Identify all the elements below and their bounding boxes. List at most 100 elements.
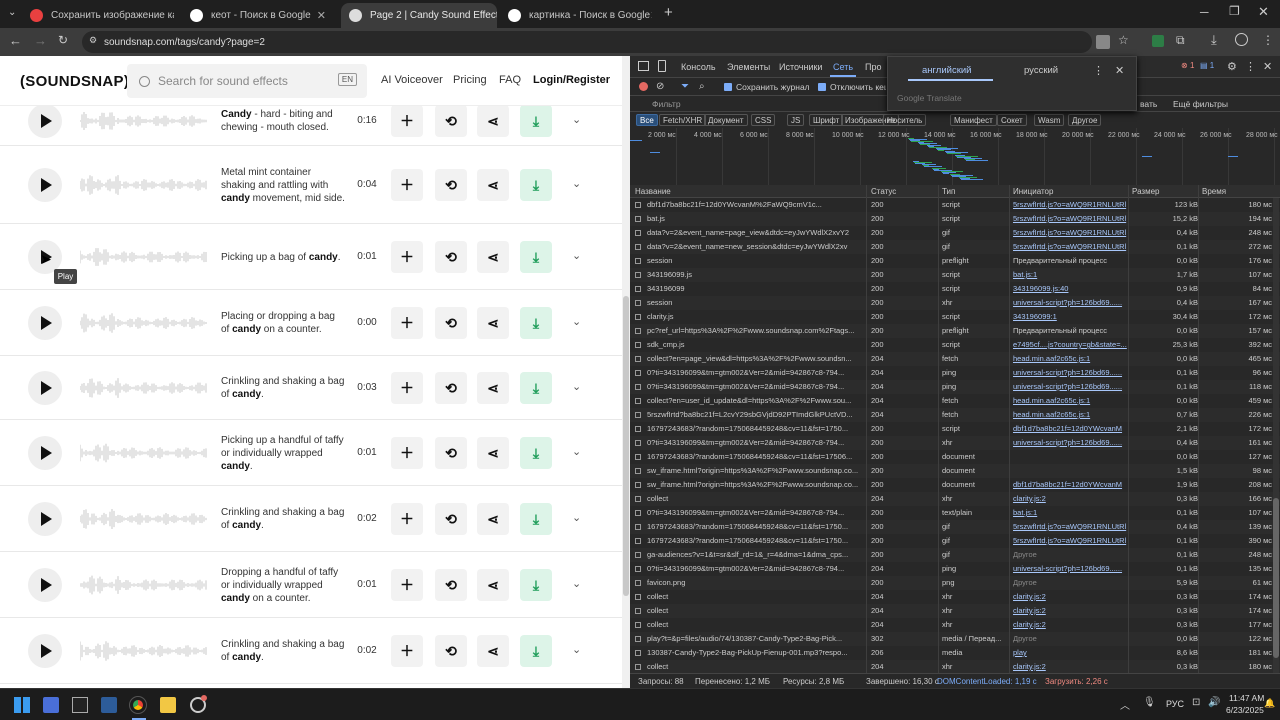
network-request-row[interactable]: sdk_cmp.js 200 script e7495cf....js?country…	[630, 338, 1280, 352]
nav-ai-voiceover[interactable]: AI Voiceover	[381, 74, 443, 86]
waveform[interactable]	[80, 636, 208, 666]
translate-icon[interactable]	[1096, 35, 1110, 49]
download-button[interactable]: ⤓	[520, 307, 552, 339]
chrome-taskbar-icon[interactable]	[129, 696, 147, 714]
request-cell[interactable]: clarity.js:2	[1013, 494, 1128, 503]
network-request-row[interactable]: collect?en=user_id_update&dl=https%3A%2F…	[630, 394, 1280, 408]
devtools-tab-performance[interactable]: Про	[865, 62, 881, 72]
sound-description[interactable]: Placing or dropping a bag of candy on a …	[221, 310, 346, 336]
sound-description[interactable]: Crinkling and shaking a bag of candy.	[221, 506, 346, 532]
search-box[interactable]: Search for sound effects EN	[127, 64, 367, 98]
clock-date[interactable]: 6/23/2025	[1226, 705, 1264, 715]
sound-description[interactable]: Candy - hard - biting and chewing - mout…	[221, 108, 346, 134]
minimize-icon[interactable]: ─	[1200, 5, 1209, 19]
type-filter-8[interactable]: Манифест	[950, 114, 997, 126]
profile-icon[interactable]	[1235, 33, 1248, 46]
request-cell[interactable]: dbf1d7ba8bc21f=12d0YWcvanM	[1013, 424, 1128, 433]
devtools-tab-console[interactable]: Консоль	[681, 62, 716, 72]
request-cell[interactable]: 5rszwfIrtd.js?o=aWQ9R1RNLUtRl	[1013, 242, 1128, 251]
waveform[interactable]	[80, 242, 208, 272]
play-button[interactable]	[28, 568, 62, 602]
play-button[interactable]	[28, 104, 62, 138]
network-request-row[interactable]: ga-audiences?v=1&t=sr&slf_rd=1&_r=4&dma=…	[630, 548, 1280, 562]
sound-description[interactable]: Picking up a handful of taffy or individ…	[221, 434, 346, 473]
network-request-row[interactable]: 16797243683/?random=1750684459248&cv=11&…	[630, 534, 1280, 548]
tab-close-icon[interactable]: ✕	[317, 9, 326, 22]
network-request-row[interactable]: 0?ti=343196099&tm=gtm002&Ver=2&mid=94286…	[630, 506, 1280, 520]
waveform[interactable]	[80, 570, 208, 600]
download-button[interactable]: ⤓	[520, 635, 552, 667]
device-toolbar-icon[interactable]	[658, 60, 666, 72]
network-request-row[interactable]: collect 204 xhr clarity.js:2 0,3 kB 177 мс	[630, 618, 1280, 632]
tab-search-icon[interactable]: ⌄	[8, 7, 16, 18]
add-button[interactable]: ＋	[391, 635, 423, 667]
request-cell[interactable]: 5rszwfIrtd.js?o=aWQ9R1RNLUtRl	[1013, 522, 1128, 531]
download-button[interactable]: ⤓	[520, 372, 552, 404]
type-filter-2[interactable]: Документ	[704, 114, 748, 126]
expand-chevron-icon[interactable]: ⌄	[572, 643, 584, 656]
download-icon[interactable]: ⤓	[1211, 32, 1217, 48]
file-explorer-icon[interactable]	[160, 697, 176, 713]
devtools-close-icon[interactable]: ✕	[1263, 60, 1272, 73]
language-badge[interactable]: EN	[337, 73, 357, 86]
column-header[interactable]: Статус	[871, 187, 896, 196]
type-filter-4[interactable]: JS	[787, 114, 805, 126]
network-request-row[interactable]: 0?ti=343196099&tm=gtm002&Ver=2&mid=94286…	[630, 436, 1280, 450]
request-cell[interactable]: Предварительный процесс	[1013, 256, 1128, 265]
add-button[interactable]: ＋	[391, 503, 423, 535]
request-cell[interactable]: e7495cf....js?country=gb&state=...	[1013, 340, 1128, 349]
network-request-row[interactable]: 0?ti=343196099&tm=gtm002&Ver=2&mid=94286…	[630, 380, 1280, 394]
add-button[interactable]: ＋	[391, 169, 423, 201]
play-button[interactable]	[28, 306, 62, 340]
expand-chevron-icon[interactable]: ⌄	[572, 577, 584, 590]
similar-button[interactable]: ⟲	[435, 503, 467, 535]
devtools-tab-elements[interactable]: Элементы	[727, 62, 770, 72]
network-request-row[interactable]: collect 204 xhr clarity.js:2 0,3 kB 174 мс	[630, 604, 1280, 618]
clear-icon[interactable]: ⊘	[656, 81, 664, 92]
request-cell[interactable]: clarity.js:2	[1013, 662, 1128, 671]
waveform[interactable]	[80, 308, 208, 338]
expand-chevron-icon[interactable]: ⌄	[572, 315, 584, 328]
play-button[interactable]	[28, 502, 62, 536]
request-table-scrollbar[interactable]	[1273, 198, 1279, 673]
download-button[interactable]: ⤓	[520, 105, 552, 137]
request-cell[interactable]: Другое	[1013, 578, 1128, 587]
type-filter-0[interactable]: Все	[636, 114, 658, 126]
network-request-row[interactable]: 0?ti=343196099&tm=gtm002&Ver=2&mid=94286…	[630, 366, 1280, 380]
request-cell[interactable]: Другое	[1013, 634, 1128, 643]
share-button[interactable]: ⋖	[477, 372, 509, 404]
share-button[interactable]: ⋖	[477, 437, 509, 469]
notifications-icon[interactable]: 🔔	[1264, 698, 1275, 709]
request-cell[interactable]: head.min.aaf2c65c.js:1	[1013, 410, 1128, 419]
chrome-menu-icon[interactable]: ⋮	[1262, 33, 1274, 47]
similar-button[interactable]: ⟲	[435, 241, 467, 273]
translate-close-icon[interactable]: ✕	[1115, 64, 1124, 77]
devtools-tab-sources[interactable]: Источники	[779, 62, 822, 72]
play-button[interactable]	[28, 168, 62, 202]
request-cell[interactable]: play	[1013, 648, 1128, 657]
type-filter-1[interactable]: Fetch/XHR	[659, 114, 707, 126]
download-button[interactable]: ⤓	[520, 241, 552, 273]
browser-tab[interactable]: кеот - Поиск в Google ✕	[182, 3, 334, 28]
bookmark-star-icon[interactable]: ☆	[1118, 33, 1129, 47]
similar-button[interactable]: ⟲	[435, 307, 467, 339]
network-icon[interactable]: ⊡	[1192, 697, 1200, 708]
column-header[interactable]: Размер	[1132, 187, 1160, 196]
sound-description[interactable]: Crinkling and shaking a bag of candy.	[221, 375, 346, 401]
column-header[interactable]: Инициатор	[1013, 187, 1053, 196]
network-request-row[interactable]: bat.js 200 script 5rszwfIrtd.js?o=aWQ9R1RNL…	[630, 212, 1280, 226]
network-request-row[interactable]: session 200 xhr universal-script?ph=126bd69…	[630, 296, 1280, 310]
taskbar-app-icon-3[interactable]	[101, 697, 117, 713]
request-cell[interactable]: 5rszwfIrtd.js?o=aWQ9R1RNLUtRl	[1013, 228, 1128, 237]
request-cell[interactable]: universal-script?ph=126bd69......	[1013, 564, 1128, 573]
column-header[interactable]: Время	[1202, 187, 1226, 196]
more-filters-dropdown[interactable]: Ещё фильтры	[1173, 99, 1228, 109]
request-cell[interactable]: Другое	[1013, 550, 1128, 559]
add-button[interactable]: ＋	[391, 241, 423, 273]
back-icon[interactable]: ←	[9, 33, 22, 48]
add-button[interactable]: ＋	[391, 437, 423, 469]
request-cell[interactable]: universal-script?ph=126bd69......	[1013, 438, 1128, 447]
expand-chevron-icon[interactable]: ⌄	[572, 445, 584, 458]
play-button[interactable]	[28, 436, 62, 470]
preserve-log-checkbox[interactable]	[724, 83, 732, 91]
